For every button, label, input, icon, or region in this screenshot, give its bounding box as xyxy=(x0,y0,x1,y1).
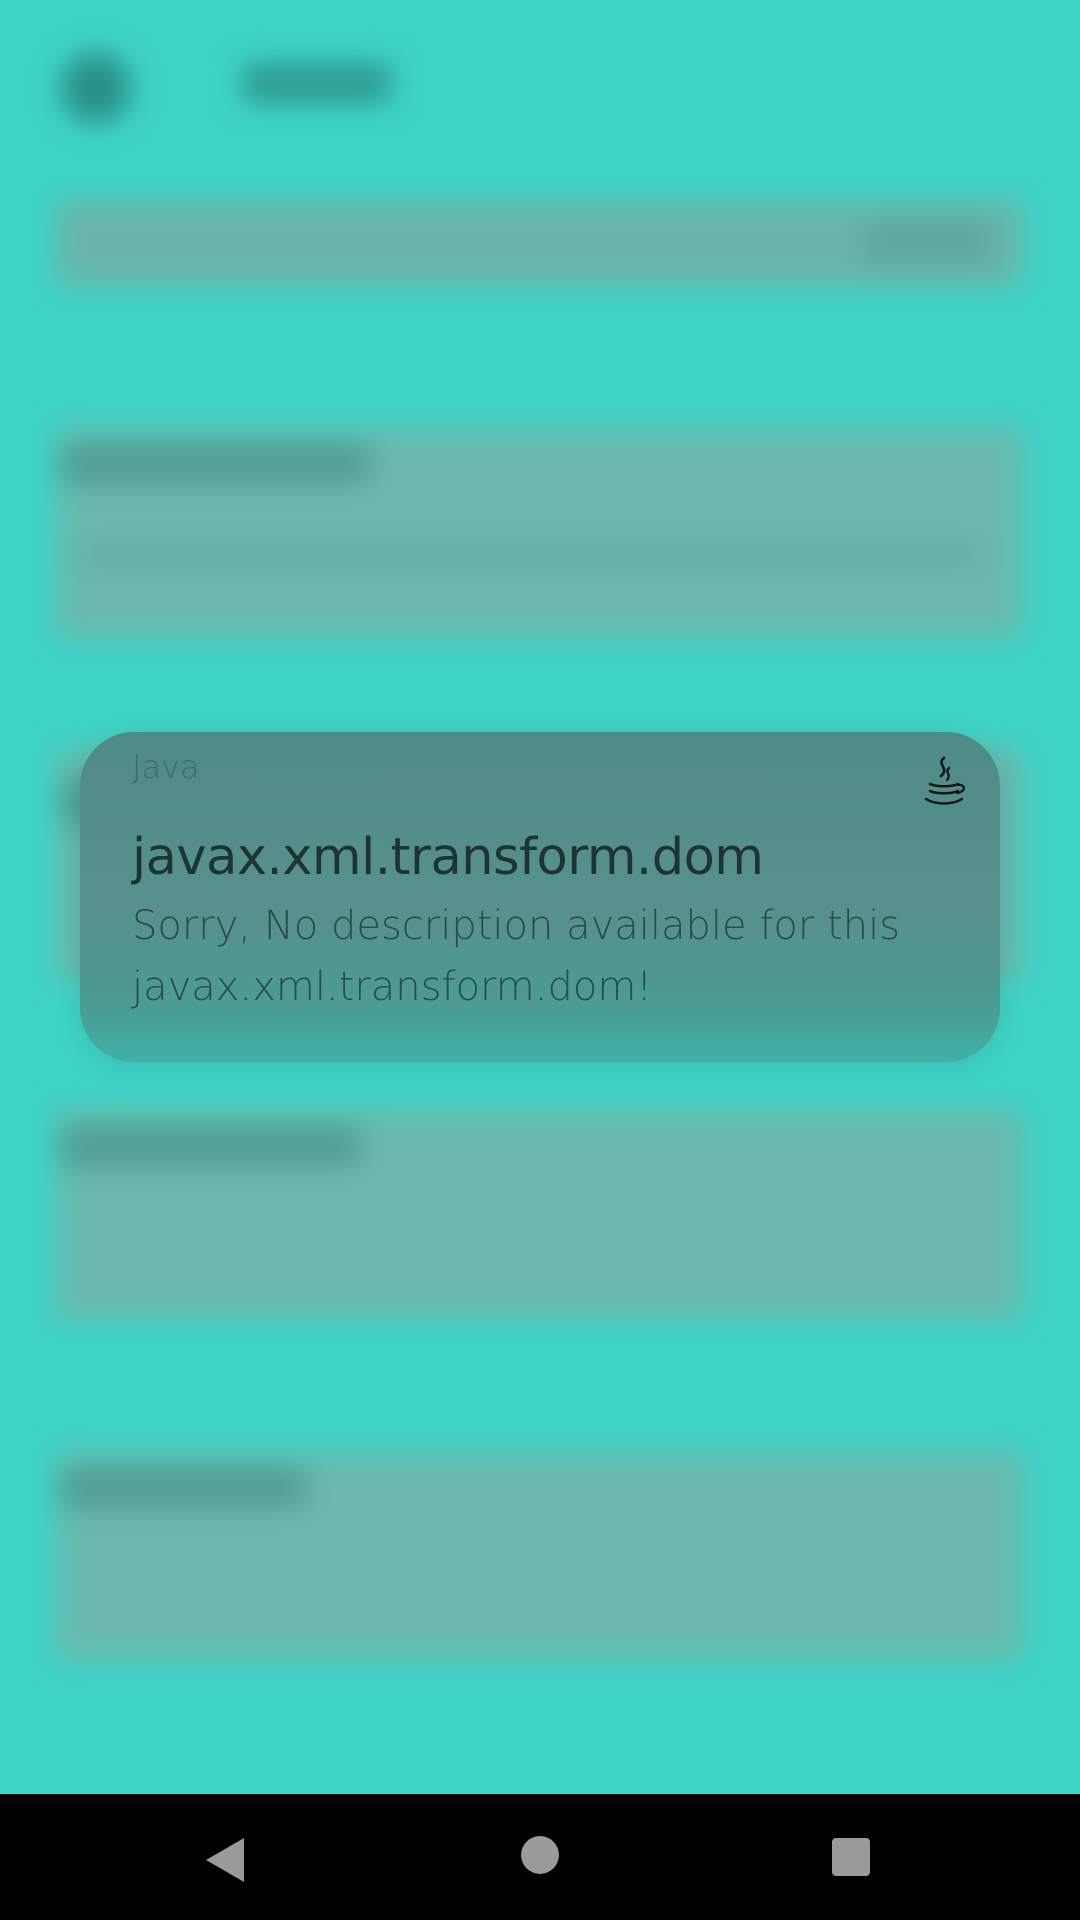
system-navigation-bar xyxy=(0,1794,1080,1920)
blurred-card-line xyxy=(80,540,980,570)
blurred-card-title xyxy=(60,1468,305,1508)
app-name-label: Java xyxy=(132,748,200,786)
blurred-card-title xyxy=(60,444,370,484)
recents-square-icon[interactable] xyxy=(832,1838,870,1876)
java-coffee-cup-icon xyxy=(924,756,965,805)
package-info-dialog[interactable]: Java javax.xml.transform.dom Sorry, No d… xyxy=(80,732,1000,1062)
blurred-avatar xyxy=(60,52,132,124)
back-triangle-icon[interactable] xyxy=(204,1836,246,1884)
blurred-app-title xyxy=(242,62,392,104)
blurred-search-button xyxy=(862,220,992,266)
dialog-message: Sorry, No description available for this… xyxy=(132,903,901,1010)
dialog-title: javax.xml.transform.dom xyxy=(132,828,764,887)
home-circle-icon[interactable] xyxy=(521,1836,559,1874)
blurred-card-title xyxy=(60,1126,360,1166)
